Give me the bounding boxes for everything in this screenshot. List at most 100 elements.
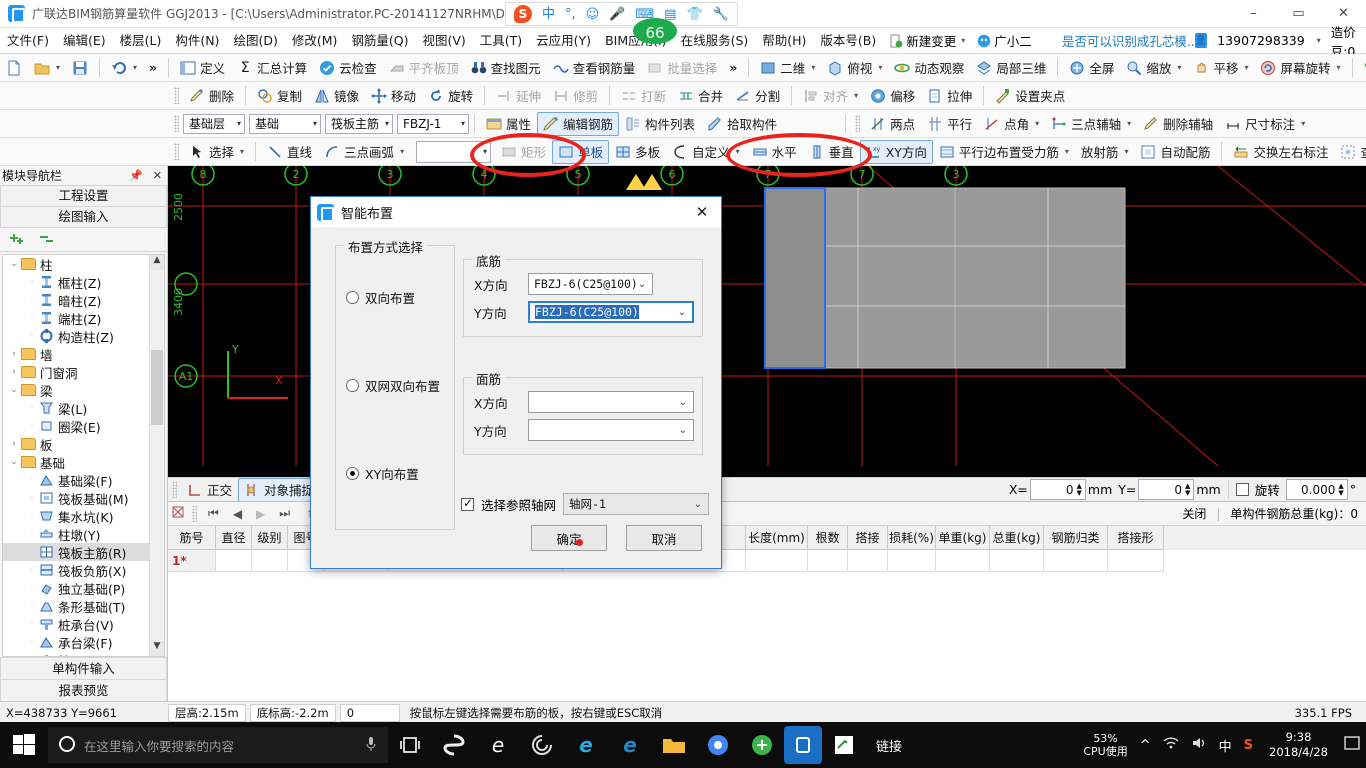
floor-chevron-icon[interactable]: ▾ <box>237 119 241 128</box>
bottom-y-select[interactable]: FBZJ-6(C25@100) ⌄ <box>528 301 694 323</box>
sogou-ime-icon[interactable]: S <box>514 5 532 23</box>
menu-draw[interactable]: 绘图(D) <box>226 28 284 54</box>
point-angle-chevron-icon[interactable]: ▾ <box>1035 119 1039 128</box>
dialog-ok-button[interactable]: 确定 <box>531 525 607 551</box>
component-name-select[interactable]: FBZJ-1 ▾ <box>397 113 469 134</box>
tree-scrollbar[interactable]: ▲ ▼ <box>149 255 164 656</box>
menu-rebar[interactable]: 钢筋量(Q) <box>344 28 415 54</box>
category-chevron-icon[interactable]: ▾ <box>313 119 317 128</box>
tab-drawing-input[interactable]: 绘图输入 <box>0 207 167 228</box>
split-button[interactable]: 分割 <box>729 84 786 108</box>
grid-column-header[interactable]: 根数 <box>808 526 848 550</box>
smart-layout-dialog[interactable]: 智能布置 ✕ 布置方式选择 双向布置 双网双向布置 XY向布置 底筋 X方向 F… <box>310 196 722 569</box>
tree-item[interactable]: · 圈梁(E) <box>3 417 149 435</box>
collapse-all-icon[interactable] <box>38 231 56 248</box>
toolbar-modify-grip[interactable] <box>174 87 179 104</box>
swap-label-button[interactable]: 交换左右标注 <box>1227 140 1334 164</box>
tree-expander-icon[interactable]: ⌄ <box>7 259 21 269</box>
object-snap-toggle[interactable]: 对象捕捉 <box>238 477 321 502</box>
tree-expander-icon[interactable]: › <box>7 349 21 359</box>
taskbar-app-icon-1[interactable] <box>432 722 476 768</box>
view-2d-button[interactable]: 二维 ▾ <box>754 56 821 80</box>
tree-item[interactable]: · 筏板负筋(X) <box>3 561 149 579</box>
taskbar-clock[interactable]: 9:38 2018/4/28 <box>1259 730 1338 760</box>
dynamic-orbit-button[interactable]: 动态观察 <box>888 56 970 80</box>
multi-slab-button[interactable]: 多板 <box>609 140 666 164</box>
grid-cell[interactable] <box>990 550 1044 572</box>
y-input[interactable]: 0 ▲ ▼ <box>1138 479 1195 500</box>
define-button[interactable]: 定义 <box>174 56 231 80</box>
arc-tool-button[interactable]: 三点画弧 ▾ <box>318 140 410 164</box>
menu-version[interactable]: 版本号(B) <box>813 28 883 54</box>
ime-skin-icon[interactable]: 👕 <box>686 8 702 21</box>
ime-punct-icon[interactable]: °, <box>565 8 576 21</box>
toolbar-axis-grip[interactable] <box>855 115 861 132</box>
select-floor-button[interactable]: 选择楼层 <box>1358 56 1366 80</box>
top-view-chevron-icon[interactable]: ▾ <box>878 63 882 72</box>
ime-mode-icon[interactable]: 中 <box>542 8 555 21</box>
tab-report-preview[interactable]: 报表预览 <box>0 679 167 701</box>
taskbar-ggj-icon-2[interactable] <box>822 722 866 768</box>
x-spinner-icon[interactable]: ▲ ▼ <box>1077 482 1082 497</box>
grid-cell[interactable] <box>848 550 888 572</box>
tree-item[interactable]: · 承台梁(F) <box>3 633 149 651</box>
tree-item[interactable]: › 门窗洞 <box>3 363 149 381</box>
grid-column-header[interactable]: 筋号 <box>168 526 216 550</box>
nav-next-button[interactable]: ▶ <box>249 507 272 521</box>
toolbar-component-grip[interactable] <box>174 115 179 132</box>
taskbar-app-icon-3[interactable] <box>740 722 784 768</box>
grid-column-header[interactable]: 直径 <box>216 526 252 550</box>
tree-item[interactable]: · 构造柱(Z) <box>3 327 149 345</box>
category-select[interactable]: 基础 ▾ <box>249 113 321 134</box>
tree-expander-icon[interactable]: ⌄ <box>7 457 21 467</box>
tree-item[interactable]: · 暗柱(Z) <box>3 291 149 309</box>
three-point-axis-chevron-icon[interactable]: ▾ <box>1127 119 1131 128</box>
custom-button[interactable]: 自定义 ▾ <box>666 140 746 164</box>
rotate-checkbox[interactable] <box>1235 483 1249 496</box>
tree-item[interactable]: · 框柱(Z) <box>3 273 149 291</box>
user-account[interactable]: 广小二 <box>971 31 1038 50</box>
sogou-tray-icon[interactable]: S <box>1238 738 1259 753</box>
dimension-chevron-icon[interactable]: ▾ <box>1301 119 1305 128</box>
summary-calc-button[interactable]: Σ 汇总计算 <box>231 56 313 80</box>
tree-item[interactable]: · 桩(U) <box>3 651 149 656</box>
grid-column-header[interactable]: 搭接 <box>848 526 888 550</box>
tab-single-component-input[interactable]: 单构件输入 <box>0 657 167 679</box>
toolbar1-overflow-mid[interactable]: » <box>723 56 743 80</box>
notice-link[interactable]: 是否可以识别成孔芯模.. <box>1062 31 1195 50</box>
toolbar-draw-grip[interactable] <box>174 143 179 160</box>
panel-close-icon[interactable] <box>168 506 188 521</box>
local-3d-button[interactable]: 局部三维 <box>970 56 1052 80</box>
top-view-button[interactable]: 俯视 ▾ <box>821 56 888 80</box>
menu-online-service[interactable]: 在线服务(S) <box>674 28 756 54</box>
properties-button[interactable]: 属性 <box>480 112 537 136</box>
radio-xy-icon[interactable] <box>346 467 359 480</box>
floor-select[interactable]: 基础层 ▾ <box>183 113 245 134</box>
x-input[interactable]: 0 ▲ ▼ <box>1029 479 1086 500</box>
menu-edit[interactable]: 编辑(E) <box>56 28 113 54</box>
pan-chevron-icon[interactable]: ▾ <box>1244 63 1248 72</box>
new-file-button[interactable] <box>0 56 28 80</box>
tree-item[interactable]: · 筏板主筋(R) <box>3 543 149 561</box>
ime-tray-icon[interactable]: 中 <box>1213 736 1238 755</box>
radial-rebar-chevron-icon[interactable]: ▾ <box>1124 147 1128 156</box>
component-tree[interactable]: ⌄ 柱 · 框柱(Z) · 暗柱(Z) · 端柱(Z) · 构造柱(Z) › 墙 › 门窗洞 ⌄ 梁 · 梁(L)… <box>2 254 165 657</box>
horizontal-button[interactable]: 水平 <box>746 140 803 164</box>
reference-grid-chevron-icon[interactable]: ⌄ <box>694 499 702 510</box>
network-icon[interactable] <box>1157 736 1185 754</box>
open-file-button[interactable]: ▾ <box>28 56 66 80</box>
tree-item[interactable]: · 端柱(Z) <box>3 309 149 327</box>
start-button[interactable] <box>0 722 48 768</box>
chevron-down-icon[interactable]: ▾ <box>961 36 965 45</box>
tree-item[interactable]: · 筏板基础(M) <box>3 489 149 507</box>
taskbar-chrome-icon[interactable] <box>696 722 740 768</box>
taskbar-search[interactable]: 在这里输入你要搜索的内容 <box>48 727 388 763</box>
draw-style-chevron-icon[interactable]: ▾ <box>483 147 487 156</box>
grid-column-header[interactable]: 级别 <box>252 526 288 550</box>
tree-scroll-thumb[interactable] <box>151 350 163 425</box>
single-slab-button[interactable]: 单板 <box>552 139 610 164</box>
merge-button[interactable]: 合并 <box>672 84 729 108</box>
cpu-usage-widget[interactable]: 53% CPU使用 <box>1077 732 1133 758</box>
rotate-spinner-icon[interactable]: ▲ ▼ <box>1338 482 1343 497</box>
grid-column-header[interactable]: 总重(kg) <box>990 526 1044 550</box>
